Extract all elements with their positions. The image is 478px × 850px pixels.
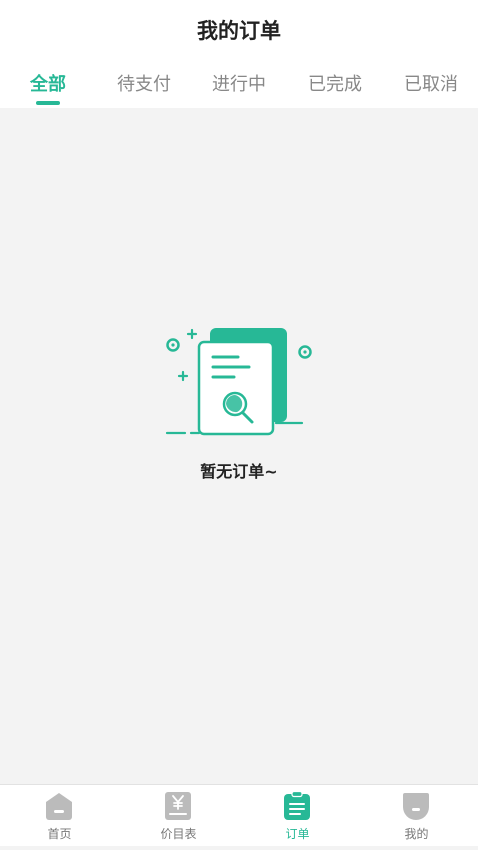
order-clipboard-icon (284, 791, 310, 820)
tab-cancelled[interactable]: 已取消 (389, 70, 473, 108)
nav-item-profile[interactable]: 我的 (357, 785, 476, 847)
nav-label: 首页 (47, 827, 72, 841)
empty-state-message: 暂无订单~ (200, 462, 278, 481)
page-title: 我的订单 (197, 19, 281, 43)
tab-label: 待支付 (117, 74, 171, 95)
tab-pending-payment[interactable]: 待支付 (102, 70, 186, 108)
profile-icon (403, 793, 429, 820)
header-bar: 我的订单 (0, 0, 478, 60)
nav-item-home[interactable]: 首页 (0, 785, 119, 847)
order-status-tabs: 全部 待支付 进行中 已完成 已取消 (0, 60, 478, 108)
nav-item-price-list[interactable]: 价目表 (119, 785, 238, 847)
nav-label: 订单 (285, 827, 310, 841)
tab-label: 进行中 (212, 74, 266, 95)
tab-label: 已完成 (308, 74, 362, 95)
price-list-icon (165, 792, 191, 820)
home-icon (46, 793, 72, 820)
tab-label: 全部 (30, 74, 66, 95)
bottom-navigation: 首页 价目表 订单 我的 (0, 784, 478, 846)
tab-in-progress[interactable]: 进行中 (197, 70, 281, 108)
nav-label: 我的 (404, 827, 429, 841)
nav-item-orders[interactable]: 订单 (238, 785, 357, 847)
order-list-area[interactable]: 暂无订单~ (0, 108, 478, 784)
tab-completed[interactable]: 已完成 (293, 70, 377, 108)
tab-all[interactable]: 全部 (12, 70, 84, 108)
tab-label: 已取消 (404, 74, 458, 95)
active-tab-indicator (36, 101, 60, 105)
bottom-safe-area (0, 846, 478, 850)
nav-label: 价目表 (160, 827, 197, 841)
empty-orders-illustration (165, 328, 312, 436)
